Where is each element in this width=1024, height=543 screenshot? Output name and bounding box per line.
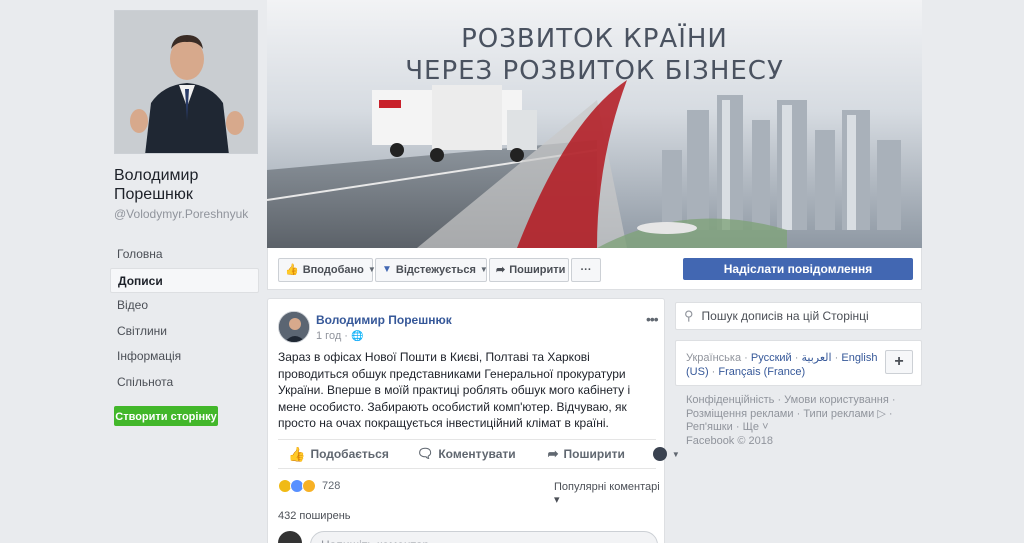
thumbs-up-icon: 👍 bbox=[285, 264, 299, 276]
nav-item-community[interactable]: Спільнота bbox=[110, 370, 259, 396]
like-button[interactable]: 👍 Подобається bbox=[288, 446, 389, 463]
share-arrow-icon: ➦ bbox=[496, 264, 506, 276]
rss-icon: ▼ bbox=[382, 264, 392, 275]
more-languages-button[interactable]: + bbox=[885, 350, 913, 374]
search-icon: ⚲ bbox=[684, 308, 694, 323]
footer-link[interactable]: Конфіденційність bbox=[686, 394, 774, 406]
following-button[interactable]: ▼ Відстежується ▼ bbox=[375, 258, 488, 282]
cover-headline-line1: РОЗВИТОК КРАЇНИ bbox=[461, 24, 728, 54]
create-page-button[interactable]: Створити сторінку bbox=[114, 406, 218, 426]
caret-down-icon: ▼ bbox=[479, 265, 488, 274]
share-page-button[interactable]: ➦ Поширити bbox=[489, 258, 569, 282]
post-time-label: 1 год · bbox=[316, 330, 348, 342]
comment-button[interactable]: 🗨 Коментувати bbox=[417, 446, 516, 462]
post-options-icon[interactable]: ••• bbox=[646, 311, 659, 327]
page-username[interactable]: @Volodymyr.Poreshnyuk bbox=[114, 207, 264, 221]
nav-item-home[interactable]: Головна bbox=[110, 242, 259, 268]
wow-reaction-icon bbox=[302, 479, 316, 493]
footer-links: Конфіденційність · Умови користування · … bbox=[686, 394, 896, 447]
caret-down-icon: ▼ bbox=[671, 449, 680, 459]
share-label: Поширити bbox=[563, 447, 625, 461]
nav-item-about[interactable]: Інформація bbox=[110, 344, 259, 370]
comment-input[interactable]: Напишіть коментар... bbox=[310, 531, 658, 543]
language-link[interactable]: Français (France) bbox=[718, 366, 805, 378]
globe-icon: 🌐 bbox=[350, 330, 364, 342]
thumbs-up-icon: 👍 bbox=[288, 445, 306, 462]
search-input[interactable]: Пошук дописів на цій Сторінці bbox=[702, 309, 869, 323]
page-search-box[interactable]: ⚲ Пошук дописів на цій Сторінці bbox=[675, 302, 922, 330]
share-page-label: Поширити bbox=[509, 264, 566, 276]
page-name-line1[interactable]: Володимир bbox=[114, 166, 264, 185]
footer-link[interactable]: Умови користування bbox=[784, 394, 889, 406]
post-action-row: 👍 Подобається 🗨 Коментувати ➦ Поширити ▼ bbox=[278, 439, 680, 469]
like-label: Подобається bbox=[310, 447, 389, 461]
chevron-down-icon: ˅ bbox=[762, 421, 769, 433]
liked-label: Вподобано bbox=[302, 264, 364, 276]
comment-composer: Напишіть коментар... bbox=[278, 531, 658, 543]
shares-count[interactable]: 432 поширень bbox=[278, 510, 351, 522]
language-link[interactable]: العربية bbox=[802, 352, 832, 364]
comment-label: Коментувати bbox=[438, 447, 516, 461]
more-options-button[interactable]: ··· bbox=[571, 258, 601, 282]
footer-link[interactable]: Ще bbox=[743, 421, 759, 433]
footer-link[interactable]: Розміщення реклами bbox=[686, 408, 794, 420]
nav-item-videos[interactable]: Відео bbox=[110, 293, 259, 319]
profile-picture[interactable] bbox=[114, 10, 258, 154]
copyright: Facebook © 2018 bbox=[686, 434, 773, 447]
reactions-summary[interactable]: 728 bbox=[278, 479, 340, 493]
footer-link[interactable]: Типи реклами bbox=[803, 408, 874, 420]
language-list: Українська · Русский · العربية · English… bbox=[686, 352, 878, 378]
post-timestamp[interactable]: 1 год · 🌐 bbox=[316, 330, 363, 342]
language-selector: Українська · Русский · العربية · English… bbox=[675, 340, 922, 386]
page-action-bar: 👍 Вподобано ▼ ▼ Відстежується ▼ ➦ Пошири… bbox=[267, 248, 922, 290]
share-button[interactable]: ➦ Поширити bbox=[548, 446, 625, 462]
cover-photo[interactable]: РОЗВИТОК КРАЇНИ ЧЕРЕЗ РОЗВИТОК БІЗНЕСУ bbox=[267, 0, 922, 248]
nav-item-photos[interactable]: Світлини bbox=[110, 319, 259, 345]
liked-button[interactable]: 👍 Вподобано ▼ bbox=[278, 258, 376, 282]
small-avatar-icon bbox=[652, 447, 667, 461]
popular-comments-dropdown[interactable]: Популярні коментарі ▾ bbox=[554, 481, 664, 506]
language-current: Українська bbox=[686, 352, 742, 364]
page-name-line2[interactable]: Порешнюк bbox=[114, 185, 264, 204]
language-link[interactable]: Русский bbox=[751, 352, 792, 364]
nav-item-posts[interactable]: Дописи bbox=[110, 267, 259, 293]
comment-icon: 🗨 bbox=[416, 446, 434, 461]
commenter-avatar bbox=[278, 531, 302, 543]
post-text: Зараз в офісах Нової Пошти в Києві, Полт… bbox=[278, 350, 631, 431]
cover-headline-line2: ЧЕРЕЗ РОЗВИТОК БІЗНЕСУ bbox=[405, 56, 784, 86]
send-message-button[interactable]: Надіслати повідомлення bbox=[683, 258, 913, 280]
post-author-avatar[interactable] bbox=[278, 311, 310, 343]
page-nav: Головна Дописи Відео Світлини Інформація… bbox=[110, 242, 259, 395]
post-author-name[interactable]: Володимир Порешнюк bbox=[316, 313, 452, 327]
post-card: Володимир Порешнюк 1 год · 🌐 ••• Зараз в… bbox=[267, 298, 680, 543]
adchoices-icon: ▷ bbox=[877, 407, 886, 420]
share-arrow-icon: ➦ bbox=[547, 446, 559, 461]
following-label: Відстежується bbox=[395, 264, 476, 276]
footer-link[interactable]: Реп'яшки bbox=[686, 421, 733, 433]
reaction-as-selector[interactable]: ▼ bbox=[652, 447, 680, 461]
reactions-count: 728 bbox=[322, 480, 341, 492]
page-name[interactable]: Володимир Порешнюк bbox=[114, 166, 264, 204]
